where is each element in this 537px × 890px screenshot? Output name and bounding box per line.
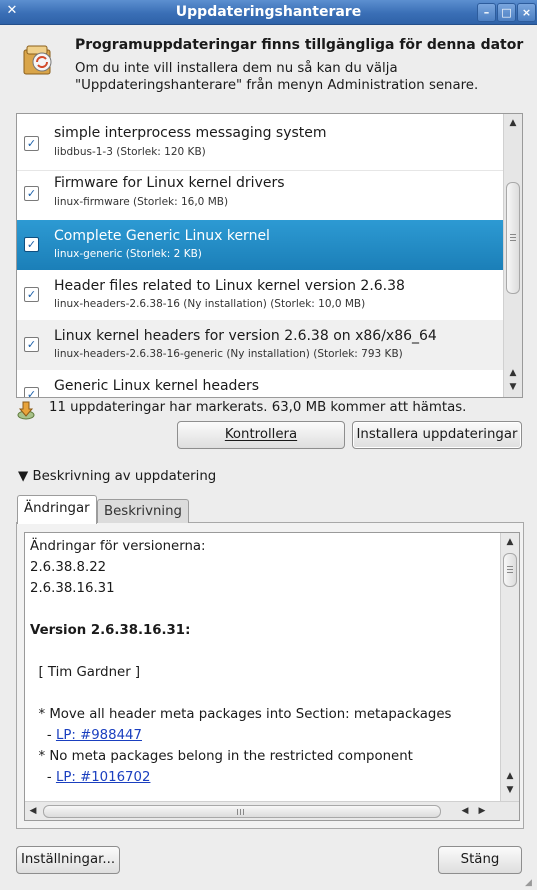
scrollbar-thumb[interactable] [503,553,517,587]
changelog-line: Version 2.6.38.16.31: [30,623,191,638]
changelog-vscrollbar[interactable]: ▲ ▲ ▼ [500,533,519,801]
update-checkbox[interactable]: ✓ [24,287,39,302]
update-checkbox[interactable]: ✓ [24,237,39,252]
description-expander[interactable]: ▼ Beskrivning av uppdatering [18,469,216,484]
tab-label: Ändringar [24,501,90,516]
status-text: 11 uppdateringar har markerats. 63,0 MB … [49,400,467,415]
update-title: Complete Generic Linux kernel [54,228,270,244]
window-title: Uppdateringshanterare [175,4,362,20]
update-detail: linux-generic (Storlek: 2 KB) [54,248,202,260]
window-menu-icon[interactable]: ✕ [4,3,20,19]
minimize-icon[interactable]: – [477,3,496,22]
scroll-up-arrow-icon[interactable]: ▲ [501,769,519,783]
update-title: Generic Linux kernel headers [54,378,260,394]
list-item[interactable]: ✓ Header files related to Linux kernel v… [17,270,503,320]
scroll-down-arrow-icon[interactable]: ▼ [501,783,519,797]
settings-button-label: Inställningar... [20,852,116,867]
list-item[interactable]: ✓ simple interprocess messaging system l… [17,114,503,163]
launchpad-link[interactable]: LP: #988447 [56,728,142,743]
update-list[interactable]: ✓ simple interprocess messaging system l… [16,113,523,398]
header-description-line: "Uppdateringshanterare" från menyn Admin… [75,78,479,93]
update-checkbox[interactable]: ✓ [24,387,39,397]
changelog-hscrollbar[interactable]: ◀ ◀ ▶ [25,801,519,820]
update-title: simple interprocess messaging system [54,125,327,141]
page-title: Programuppdateringar finns tillgängliga … [75,37,524,53]
list-item[interactable]: ✓ Linux kernel headers for version 2.6.3… [17,320,503,370]
changelog-line: - LP: #1016702 [30,770,151,785]
scroll-up-arrow-icon[interactable]: ▲ [504,366,522,380]
tab-changes[interactable]: Ändringar [17,495,97,524]
download-arrow-icon [17,401,35,420]
tab-description[interactable]: Beskrivning [97,499,189,523]
scrollbar-thumb[interactable] [506,182,520,294]
list-item[interactable]: ✓ Generic Linux kernel headers [17,370,503,397]
update-detail: libdbus-1-3 (Storlek: 120 KB) [54,146,206,158]
tab-label: Beskrivning [104,504,182,519]
changelog-prefix: - [30,728,56,743]
scroll-right-arrow-icon[interactable]: ▶ [475,804,489,818]
install-button-label: Installera uppdateringar [356,427,518,442]
scroll-left-arrow-icon[interactable]: ◀ [458,804,472,818]
scroll-left-arrow-icon[interactable]: ◀ [26,804,40,818]
update-detail: linux-headers-2.6.38-16-generic (Ny inst… [54,348,403,360]
changelog-line: * Move all header meta packages into Sec… [30,707,452,722]
update-title: Linux kernel headers for version 2.6.38 … [54,328,437,344]
check-button[interactable]: Kontrollera [177,421,345,449]
close-button[interactable]: Stäng [438,846,522,874]
scroll-up-arrow-icon[interactable]: ▲ [504,116,522,130]
update-checkbox[interactable]: ✓ [24,337,39,352]
changelog-line: 2.6.38.16.31 [30,581,115,596]
header-description-line: Om du inte vill installera dem nu så kan… [75,61,398,76]
expander-triangle-icon: ▼ [18,469,29,484]
update-checkbox[interactable]: ✓ [24,186,39,201]
update-checkbox[interactable]: ✓ [24,136,39,151]
changelog-line: [ Tim Gardner ] [30,665,141,680]
close-icon[interactable]: × [517,3,536,22]
update-detail: linux-headers-2.6.38-16 (Ny installation… [54,298,366,310]
list-item[interactable]: ✓ Complete Generic Linux kernel linux-ge… [17,220,503,270]
resize-grip-icon[interactable]: ◢ [525,878,535,888]
changelog-line: * No meta packages belong in the restric… [30,749,413,764]
update-detail: linux-firmware (Storlek: 16,0 MB) [54,196,229,208]
changelog-line: - LP: #988447 [30,728,142,743]
changelog-prefix: - [30,770,56,785]
window-titlebar[interactable]: ✕ Uppdateringshanterare – □ × [0,0,537,25]
close-button-label: Stäng [460,852,500,867]
update-title: Firmware for Linux kernel drivers [54,175,285,191]
maximize-icon[interactable]: □ [497,3,516,22]
changelog-line: Ändringar för versionerna: [30,539,206,554]
update-list-scrollbar[interactable]: ▲ ▲ ▼ [503,114,522,397]
launchpad-link[interactable]: LP: #1016702 [56,770,151,785]
check-button-label: Kontrollera [224,427,298,442]
changelog-view[interactable]: Ändringar för versionerna: 2.6.38.8.22 2… [24,532,520,821]
update-title: Header files related to Linux kernel ver… [54,278,405,294]
scroll-up-arrow-icon[interactable]: ▲ [501,535,519,549]
update-manager-icon [23,45,52,75]
settings-button[interactable]: Inställningar... [16,846,120,874]
install-updates-button[interactable]: Installera uppdateringar [352,421,522,449]
header-description: Om du inte vill installera dem nu så kan… [75,60,515,94]
changelog-line: 2.6.38.8.22 [30,560,107,575]
scrollbar-thumb[interactable] [43,805,441,818]
expander-label: Beskrivning av uppdatering [32,469,217,484]
scroll-down-arrow-icon[interactable]: ▼ [504,380,522,394]
